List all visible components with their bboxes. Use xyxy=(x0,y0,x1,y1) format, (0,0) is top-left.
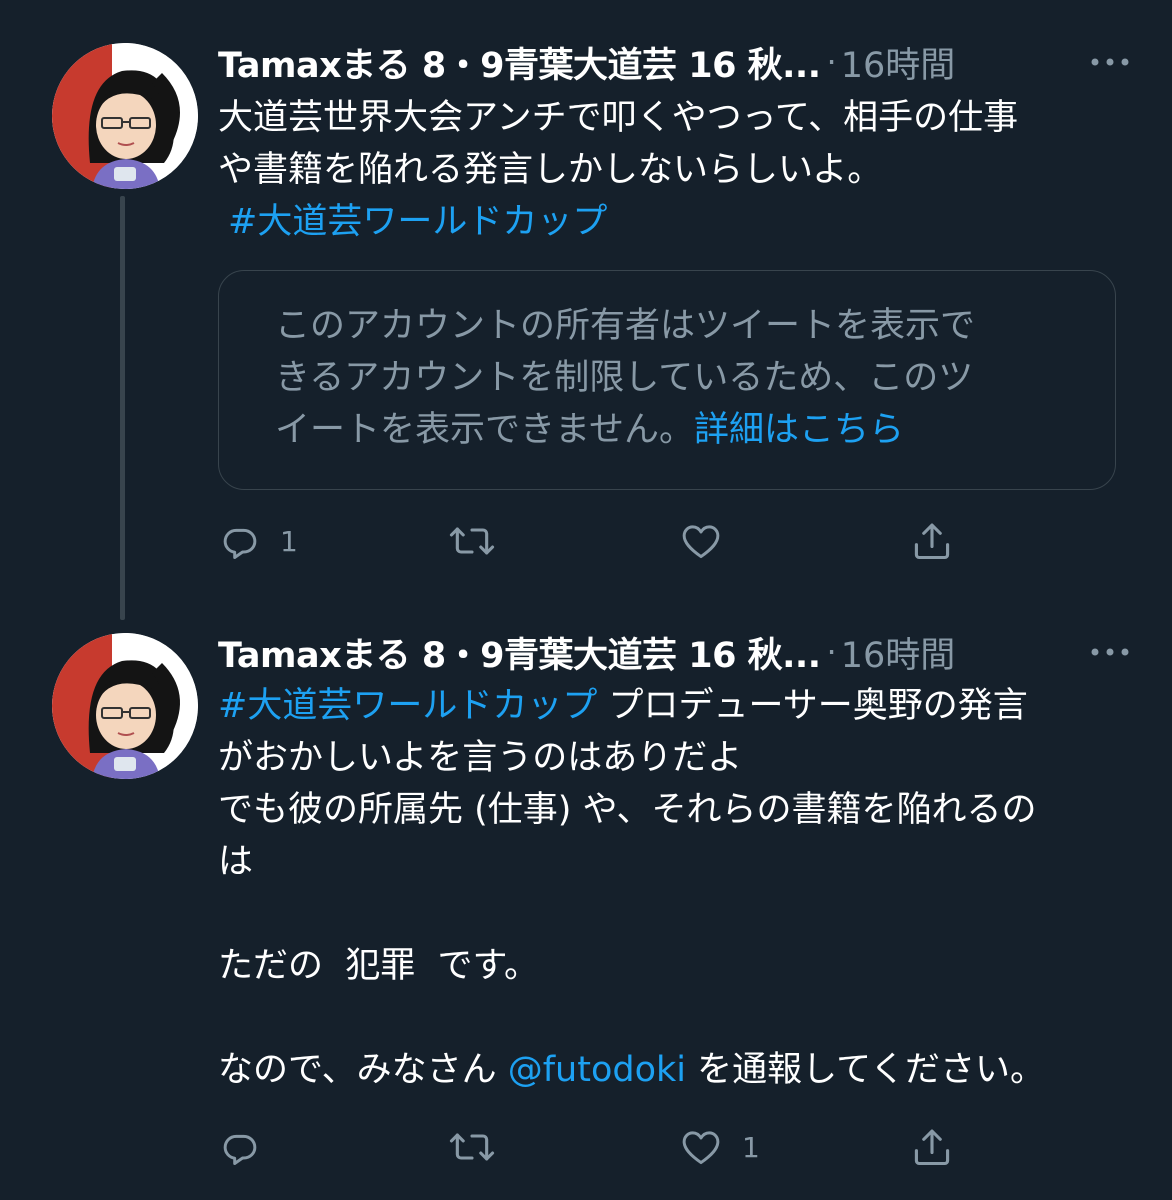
tweet[interactable]: Tamaxまる 8・9青葉大道芸 16 秋... · 16時間 #大道芸ワールド… xyxy=(0,600,1172,1200)
reply-icon xyxy=(223,528,257,559)
retweet-button[interactable] xyxy=(448,516,514,566)
more-icon[interactable] xyxy=(1088,632,1132,672)
unavailable-quote-notice: このアカウントの所有者はツイートを表示で きるアカウントを制限しているため、この… xyxy=(218,270,1116,490)
mention-link[interactable]: @futodoki xyxy=(508,1050,686,1090)
tweet-header: Tamaxまる 8・9青葉大道芸 16 秋... · 16時間 xyxy=(218,38,1132,86)
like-icon xyxy=(682,1131,720,1165)
text-line: がおかしいよを言うのはありだよ xyxy=(218,738,743,778)
retweet-icon xyxy=(449,1133,495,1161)
display-name[interactable]: Tamaxまる 8・9青葉大道芸 16 秋... xyxy=(218,37,821,88)
retweet-button[interactable] xyxy=(448,1122,514,1172)
reply-button[interactable]: 1 xyxy=(218,516,298,566)
action-bar: 1 xyxy=(218,1122,978,1172)
tweet-header: Tamaxまる 8・9青葉大道芸 16 秋... · 16時間 xyxy=(218,628,1132,676)
share-button[interactable] xyxy=(910,516,954,566)
text-line: 大道芸世界大会アンチで叩くやつって、相手の仕事 xyxy=(218,98,1019,138)
reply-button[interactable] xyxy=(218,1122,280,1172)
like-button[interactable] xyxy=(678,516,742,566)
retweet-icon xyxy=(449,527,495,555)
text-fragment: なので、みなさん xyxy=(218,1050,508,1090)
avatar[interactable] xyxy=(52,43,198,189)
like-icon xyxy=(682,525,720,559)
hashtag-link[interactable]: #大道芸ワールドカップ xyxy=(218,196,1118,248)
like-button[interactable]: 1 xyxy=(678,1122,760,1172)
share-icon xyxy=(914,523,950,560)
separator: · xyxy=(826,633,837,671)
timestamp[interactable]: 16時間 xyxy=(841,37,956,88)
text-fragment: を通報してください。 xyxy=(686,1050,1046,1090)
avatar[interactable] xyxy=(52,633,198,779)
action-bar: 1 xyxy=(218,516,978,566)
like-count: 1 xyxy=(742,1130,760,1164)
notice-line: イートを表示できません。 xyxy=(275,410,694,450)
tweet-text: #大道芸ワールドカップ プロデューサー奥野の発言 がおかしいよを言うのはありだよ… xyxy=(218,680,1118,1096)
text-fragment: プロデューサー奥野の発言 xyxy=(597,686,1028,726)
text-line: ただの 犯罪 です。 xyxy=(218,946,540,986)
text-line: でも彼の所属先 (仕事) や、それらの書籍を陥れるの xyxy=(218,790,1037,830)
share-button[interactable] xyxy=(910,1122,954,1172)
thread-line xyxy=(120,196,125,620)
learn-more-link[interactable]: 詳細はこちら xyxy=(694,410,904,450)
tweet[interactable]: Tamaxまる 8・9青葉大道芸 16 秋... · 16時間 大道芸世界大会ア… xyxy=(0,0,1172,620)
reply-count: 1 xyxy=(280,524,298,558)
text-line: は xyxy=(218,842,254,882)
reply-icon xyxy=(223,1134,257,1165)
text-line: や書籍を陥れる発言しかしないらしいよ。 xyxy=(218,150,883,190)
separator: · xyxy=(826,43,837,81)
notice-line: きるアカウントを制限しているため、このツ xyxy=(275,358,974,398)
timestamp[interactable]: 16時間 xyxy=(841,627,956,678)
display-name[interactable]: Tamaxまる 8・9青葉大道芸 16 秋... xyxy=(218,627,821,678)
more-icon[interactable] xyxy=(1088,42,1132,82)
notice-line: このアカウントの所有者はツイートを表示で xyxy=(275,306,976,346)
tweet-text: 大道芸世界大会アンチで叩くやつって、相手の仕事 や書籍を陥れる発言しかしないらし… xyxy=(218,92,1118,248)
hashtag-link[interactable]: #大道芸ワールドカップ xyxy=(218,686,597,726)
share-icon xyxy=(914,1129,950,1166)
